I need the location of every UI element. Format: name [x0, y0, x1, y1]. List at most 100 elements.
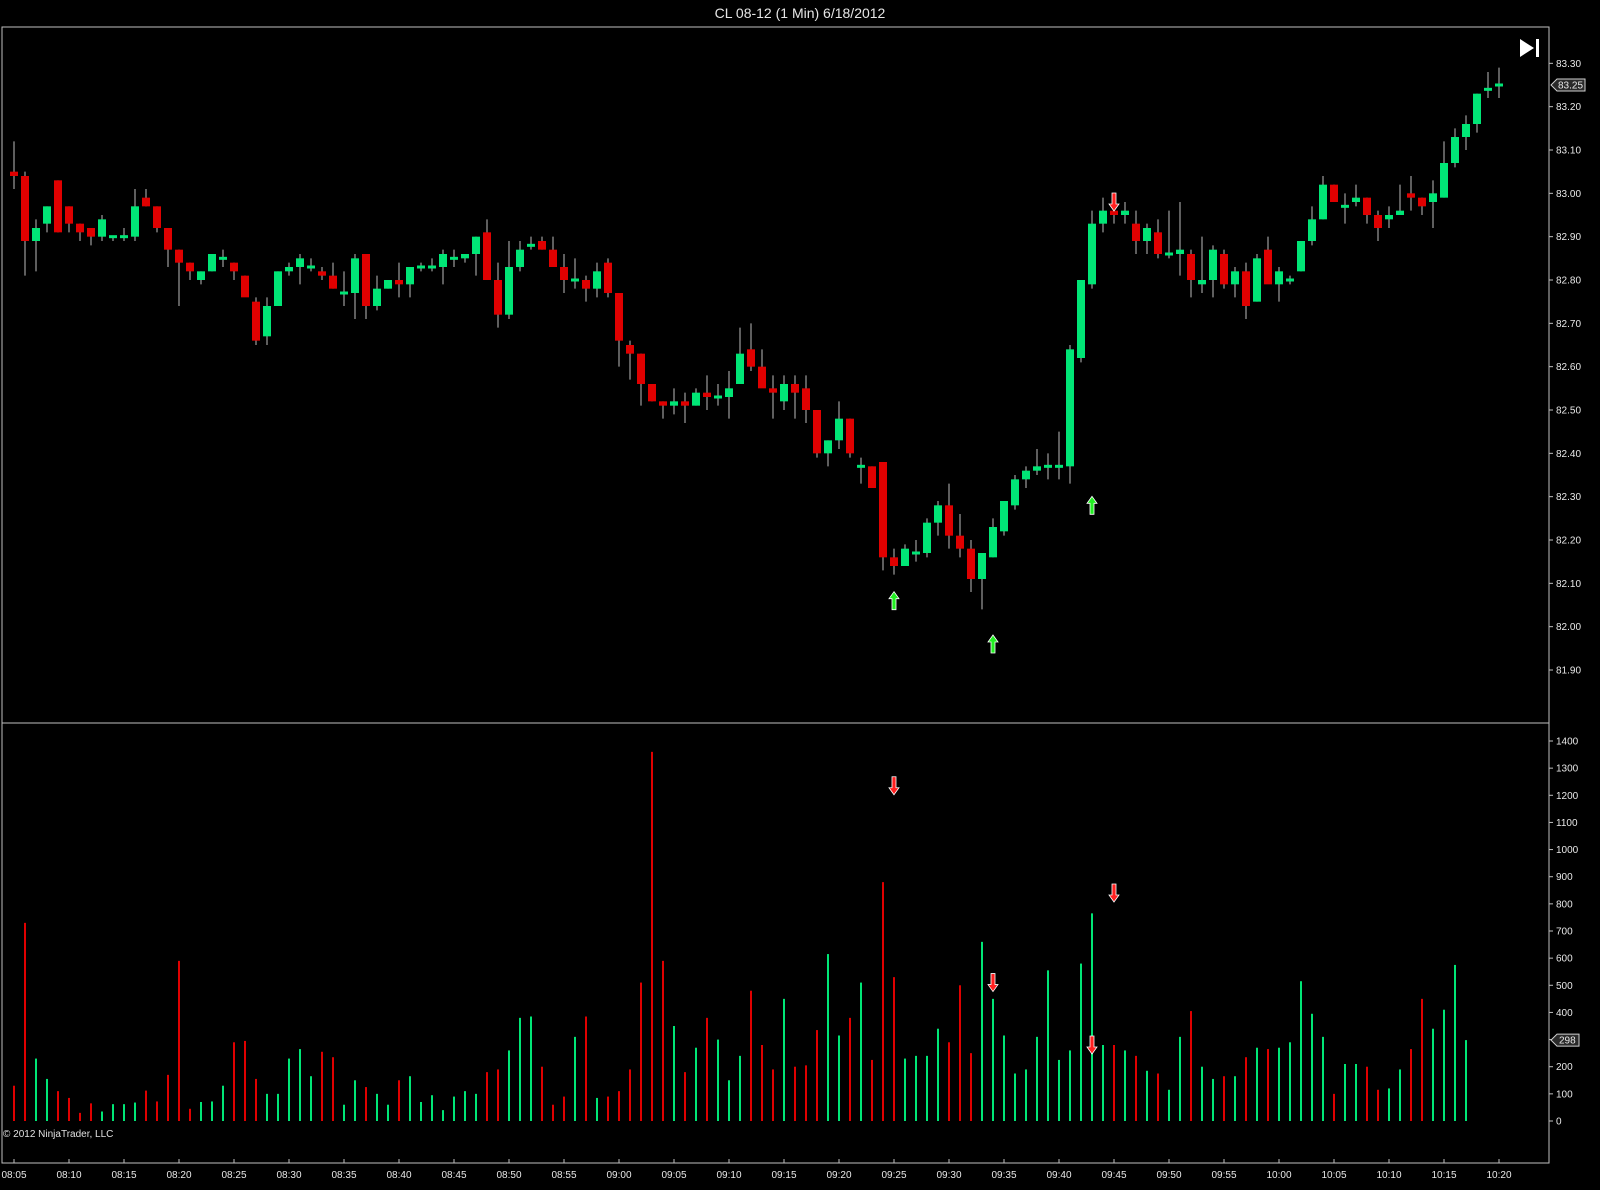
candle-body — [1198, 280, 1206, 285]
volume-bar — [409, 1076, 411, 1121]
volume-bar — [35, 1058, 37, 1121]
candle-body — [1220, 254, 1228, 285]
volume-bar — [1311, 1013, 1313, 1121]
candle — [549, 236, 557, 267]
volume-bar — [761, 1045, 763, 1121]
candle-body — [32, 228, 40, 241]
volume-bar — [321, 1051, 323, 1121]
volume-bar — [1454, 964, 1456, 1121]
price-tick-label: 82.40 — [1556, 449, 1581, 460]
candle — [1066, 345, 1074, 484]
volume-bar — [189, 1108, 191, 1121]
volume-bar — [398, 1080, 400, 1121]
volume-bar — [871, 1059, 873, 1121]
volume-bar — [1135, 1055, 1137, 1121]
candle-body — [1165, 252, 1173, 256]
candle — [142, 189, 150, 207]
price-tick-label: 82.20 — [1556, 536, 1581, 547]
candle — [1055, 431, 1063, 480]
volume-panel[interactable] — [13, 751, 1467, 1121]
candle-body — [582, 280, 590, 289]
candle — [175, 249, 183, 306]
candle — [1231, 267, 1239, 298]
volume-bar — [1157, 1073, 1159, 1121]
candle-body — [813, 410, 821, 454]
candle — [164, 228, 172, 267]
candle-body — [527, 243, 535, 247]
volume-bar — [1146, 1070, 1148, 1121]
candle-body — [1319, 184, 1327, 220]
volume-bar — [123, 1104, 125, 1121]
candle — [65, 206, 73, 233]
volume-bar — [1190, 1011, 1192, 1121]
candle-body — [1154, 232, 1162, 254]
volume-bar — [926, 1055, 928, 1121]
candle — [582, 275, 590, 302]
price-volume-chart[interactable]: 83.30 83.20 83.10 83.00 82.90 82.80 82.70 82.60… — [0, 0, 1600, 1190]
volume-bar — [662, 960, 664, 1121]
candle-body — [615, 293, 623, 341]
candle-body — [1308, 219, 1316, 241]
candle — [1286, 275, 1294, 285]
candle-body — [1352, 197, 1360, 202]
candle — [538, 236, 546, 250]
time-axis: 08:05 08:10 08:15 08:20 08:25 08:30 08:35 08:40… — [1, 1159, 1512, 1181]
volume-bar — [1465, 1040, 1467, 1121]
candle-body — [978, 553, 986, 579]
candle — [241, 275, 249, 298]
candle — [692, 388, 700, 406]
volume-bar — [937, 1028, 939, 1121]
candle-body — [637, 353, 645, 384]
candle — [1341, 193, 1349, 224]
candle — [1363, 197, 1371, 224]
volume-bar — [805, 1065, 807, 1121]
candle-body — [1264, 249, 1272, 285]
candle-body — [1044, 464, 1052, 468]
candle — [1099, 197, 1107, 233]
candle-body — [1011, 479, 1019, 506]
price-panel[interactable] — [10, 67, 1503, 654]
candle-body — [659, 401, 667, 406]
candle-body — [912, 551, 920, 555]
candle — [1209, 245, 1217, 298]
candle — [10, 141, 18, 189]
candle — [43, 206, 51, 233]
volume-tick-label: 700 — [1556, 927, 1573, 938]
candle — [384, 280, 392, 289]
volume-bar — [860, 982, 862, 1121]
candle-body — [1000, 501, 1008, 532]
signal-arrow-down — [1108, 192, 1120, 212]
candle-body — [65, 206, 73, 224]
candle — [978, 553, 986, 610]
skip-to-end-icon[interactable] — [1517, 36, 1543, 60]
volume-bar — [816, 1030, 818, 1121]
candle — [758, 349, 766, 389]
candle-body — [1132, 223, 1140, 241]
chart-border — [1, 26, 1550, 1164]
volume-bar — [1113, 1045, 1115, 1121]
candle-body — [351, 258, 359, 293]
candle — [362, 254, 370, 319]
candle — [703, 375, 711, 410]
candle — [428, 258, 436, 272]
volume-bar — [1421, 998, 1423, 1121]
candle-body — [472, 236, 480, 254]
price-tick-label: 82.90 — [1556, 232, 1581, 243]
candle-body — [1495, 83, 1503, 87]
volume-bar — [530, 1016, 532, 1121]
volume-bar — [1278, 1047, 1280, 1121]
candle-body — [714, 395, 722, 399]
candle-body — [1286, 278, 1294, 282]
candle — [87, 228, 95, 246]
price-tick-label: 82.00 — [1556, 622, 1581, 633]
volume-bar — [541, 1066, 543, 1121]
last-price-label: 83.25 — [1558, 81, 1583, 92]
candle — [890, 548, 898, 575]
price-tick-label: 82.50 — [1556, 406, 1581, 417]
candle — [1011, 475, 1019, 510]
copyright-text: © 2012 NinjaTrader, LLC — [3, 1129, 114, 1140]
candle-body — [1363, 197, 1371, 215]
candle-body — [417, 265, 425, 269]
volume-bar — [167, 1074, 169, 1121]
candle-body — [219, 256, 227, 260]
